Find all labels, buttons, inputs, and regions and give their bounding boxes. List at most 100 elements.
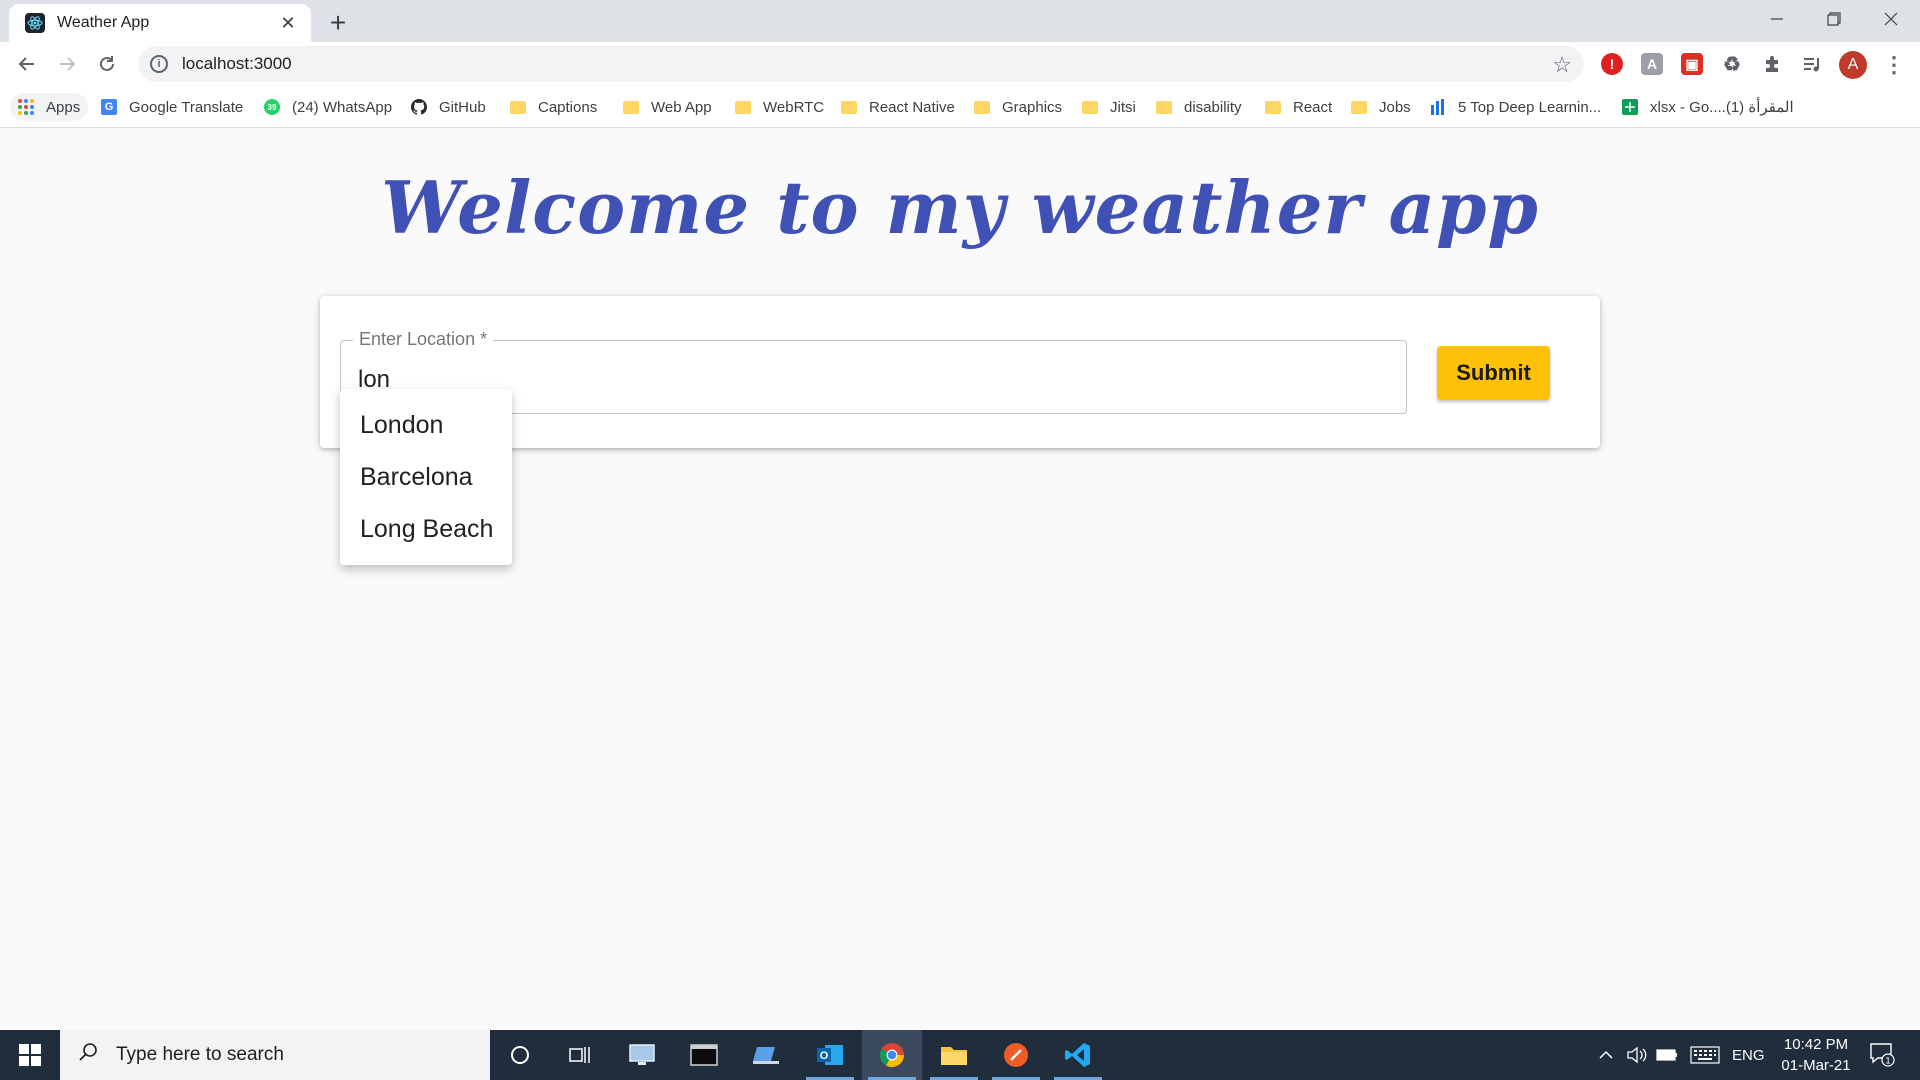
desktop-app-icon[interactable]	[736, 1030, 796, 1080]
svg-text:O: O	[820, 1050, 829, 1062]
windows-logo-icon	[19, 1044, 41, 1066]
outlook-app-icon[interactable]: O	[800, 1030, 860, 1080]
media-queue-icon[interactable]	[1801, 53, 1823, 75]
system-clock[interactable]: 10:42 PM 01-Mar-21	[1766, 1034, 1866, 1076]
page-title: Welcome to my weather app	[381, 165, 1539, 250]
show-hidden-icons-button[interactable]	[1598, 1030, 1614, 1080]
url-text: localhost:3000	[182, 54, 292, 73]
bookmark-folder-jobs[interactable]: Jobs	[1351, 93, 1411, 121]
folder-icon	[510, 99, 526, 115]
profile-avatar[interactable]: A	[1839, 51, 1867, 79]
chrome-menu-icon[interactable]: ⋮	[1883, 52, 1905, 78]
tab-title: Weather App	[57, 14, 150, 31]
bookmark-folder-web-app[interactable]: Web App	[623, 93, 712, 121]
battery-icon[interactable]	[1656, 1030, 1678, 1080]
notification-count: 1	[1885, 1056, 1890, 1066]
bookmark-label: WebRTC	[763, 98, 825, 116]
bookmark-label: Google Translate	[129, 98, 244, 116]
tab-strip: Weather App ✕ +	[0, 0, 1920, 42]
chrome-app-icon[interactable]	[862, 1030, 922, 1080]
input-language-indicator[interactable]: ENG	[1732, 1030, 1765, 1080]
clock-time: 10:42 PM	[1783, 1036, 1849, 1053]
bookmark-label: Graphics	[1002, 98, 1063, 116]
taskbar-search-box[interactable]: Type here to search	[60, 1030, 490, 1080]
bookmark-folder-webrtc[interactable]: WebRTC	[735, 93, 824, 121]
folder-icon	[1265, 99, 1281, 115]
folder-icon	[974, 99, 990, 115]
bookmark-star-icon[interactable]: ☆	[1552, 52, 1572, 78]
windows-taskbar: Type here to search O ENG 10:42 PM 01-Ma…	[0, 1030, 1920, 1080]
recycle-extension-icon[interactable]: ♻	[1721, 53, 1743, 76]
bookmark-google-translate[interactable]: G Google Translate	[101, 93, 243, 121]
folder-icon	[1156, 99, 1172, 115]
browser-tab[interactable]: Weather App ✕	[9, 4, 311, 42]
pdf-extension-icon[interactable]: A	[1641, 53, 1663, 75]
image-extension-icon[interactable]: ▣	[1681, 53, 1703, 75]
close-window-button[interactable]	[1863, 0, 1919, 38]
location-field-label: Enter Location *	[353, 329, 494, 350]
notification-center-icon[interactable]: 1	[1868, 1040, 1896, 1068]
volume-icon[interactable]	[1626, 1030, 1648, 1080]
apps-grid-icon	[18, 99, 34, 115]
bookmark-folder-react-native[interactable]: React Native	[841, 93, 955, 121]
google-sheets-icon	[1622, 99, 1638, 115]
bookmark-google-sheets[interactable]: xlsx - Go....(1) المقرأة	[1622, 93, 1794, 121]
tab-close-icon[interactable]: ✕	[277, 12, 299, 34]
bookmark-folder-graphics[interactable]: Graphics	[974, 93, 1062, 121]
whatsapp-icon: 39	[264, 99, 280, 115]
minimize-button[interactable]	[1749, 0, 1805, 38]
github-icon	[411, 99, 427, 115]
bar-chart-icon	[1430, 99, 1446, 115]
keyboard-icon[interactable]	[1690, 1030, 1720, 1080]
clock-date: 01-Mar-21	[1781, 1057, 1851, 1074]
bookmark-label: (24) WhatsApp	[292, 98, 393, 116]
cortana-button[interactable]	[490, 1030, 550, 1080]
new-tab-button[interactable]: +	[323, 8, 353, 38]
bookmark-apps[interactable]: Apps	[10, 93, 89, 121]
location-suggestions-dropdown: London Barcelona Long Beach	[340, 389, 512, 565]
bookmark-label: Jitsi	[1110, 98, 1136, 116]
bookmark-label: disability	[1184, 98, 1242, 116]
search-placeholder: Type here to search	[116, 1044, 284, 1065]
suggestion-item-long-beach[interactable]: Long Beach	[340, 503, 512, 555]
bookmark-whatsapp[interactable]: 39 (24) WhatsApp	[264, 93, 392, 121]
bookmark-label: 5 Top Deep Learnin...	[1458, 98, 1602, 116]
bookmark-label: xlsx - Go....(1) المقرأة	[1650, 99, 1794, 116]
forward-button[interactable]	[51, 48, 83, 80]
terminal-app-icon[interactable]	[674, 1030, 734, 1080]
reload-button[interactable]	[91, 48, 123, 80]
google-translate-icon: G	[101, 99, 117, 115]
address-bar[interactable]: i localhost:3000 ☆	[138, 46, 1584, 82]
restore-button[interactable]	[1806, 0, 1862, 38]
bookmarks-bar: Apps G Google Translate 39 (24) WhatsApp…	[0, 86, 1920, 128]
file-explorer-app-icon[interactable]	[924, 1030, 984, 1080]
bookmark-label: GitHub	[439, 98, 486, 116]
start-button[interactable]	[0, 1030, 60, 1080]
page-content: Welcome to my weather app Enter Location…	[0, 129, 1920, 1030]
bookmark-label: Apps	[46, 98, 81, 116]
back-button[interactable]	[11, 48, 43, 80]
remote-desktop-app-icon[interactable]	[612, 1030, 672, 1080]
bookmark-label: React Native	[869, 98, 955, 116]
suggestion-item-london[interactable]: London	[340, 399, 512, 451]
bookmark-label: Captions	[538, 98, 598, 116]
bookmark-folder-captions[interactable]: Captions	[510, 93, 597, 121]
bookmark-github[interactable]: GitHub	[411, 93, 486, 121]
extensions-puzzle-icon[interactable]	[1761, 53, 1783, 75]
search-icon	[78, 1042, 98, 1068]
bookmark-label: Jobs	[1379, 98, 1411, 116]
bookmark-folder-jitsi[interactable]: Jitsi	[1082, 93, 1136, 121]
task-view-button[interactable]	[550, 1030, 610, 1080]
adblock-extension-icon[interactable]: !	[1601, 53, 1623, 75]
site-info-icon[interactable]: i	[150, 55, 168, 73]
submit-button[interactable]: Submit	[1437, 346, 1550, 400]
search-card: Enter Location * Submit	[320, 296, 1600, 448]
vscode-app-icon[interactable]	[1048, 1030, 1108, 1080]
bookmark-folder-react[interactable]: React	[1265, 93, 1332, 121]
suggestion-item-barcelona[interactable]: Barcelona	[340, 451, 512, 503]
postman-app-icon[interactable]	[986, 1030, 1046, 1080]
folder-icon	[735, 99, 751, 115]
folder-icon	[1082, 99, 1098, 115]
bookmark-folder-disability[interactable]: disability	[1156, 93, 1242, 121]
bookmark-deep-learning[interactable]: 5 Top Deep Learnin...	[1430, 93, 1601, 121]
